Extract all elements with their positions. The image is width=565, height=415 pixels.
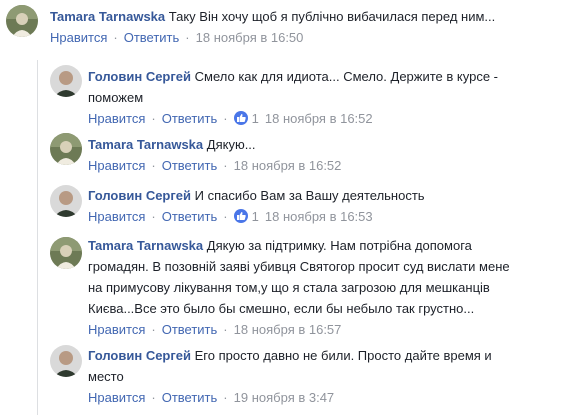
reply-link[interactable]: Ответить bbox=[162, 322, 218, 337]
reply-link[interactable]: Ответить bbox=[162, 111, 218, 126]
like-link[interactable]: Нравится bbox=[88, 111, 145, 126]
avatar-golovin[interactable] bbox=[50, 65, 82, 97]
like-link[interactable]: Нравится bbox=[88, 158, 145, 173]
comment-timestamp[interactable]: 18 ноября в 16:52 bbox=[234, 158, 342, 173]
avatar-tamara[interactable] bbox=[6, 5, 38, 37]
comment-author-link[interactable]: Головин Сергей bbox=[88, 188, 191, 203]
comment-author-link[interactable]: Головин Сергей bbox=[88, 69, 191, 84]
avatar-tamara[interactable] bbox=[50, 133, 82, 165]
like-link[interactable]: Нравится bbox=[50, 30, 107, 45]
comment-text-cont: громадян. В позовній заяві убивця Святог… bbox=[88, 259, 510, 274]
comment-text-cont: место bbox=[88, 369, 124, 384]
comment-text: Дякую за підтримку. Нам потрібна допомог… bbox=[206, 238, 472, 253]
comment-timestamp[interactable]: 18 ноября в 16:52 bbox=[265, 111, 373, 126]
comment-author-link[interactable]: Tamara Tarnawska bbox=[50, 9, 165, 24]
comment-text-cont: Києва...Все это было бы смешно, если бы … bbox=[88, 301, 475, 316]
comment-text: Таку Він хочу щоб я публічно вибачилася … bbox=[168, 9, 496, 24]
comment-timestamp[interactable]: 19 ноября в 3:47 bbox=[234, 390, 335, 405]
reply-item: Головин Сергей Его просто давно не били.… bbox=[0, 340, 565, 415]
comment-text-cont: на примусову лікування том,у що я стала … bbox=[88, 280, 490, 295]
comment-timestamp[interactable]: 18 ноября в 16:53 bbox=[265, 209, 373, 224]
reply-link[interactable]: Ответить bbox=[162, 390, 218, 405]
thumbs-up-icon[interactable] bbox=[233, 209, 248, 223]
comment-author-link[interactable]: Tamara Tarnawska bbox=[88, 238, 203, 253]
comment-text: И спасибо Вам за Вашу деятельность bbox=[194, 188, 425, 203]
like-link[interactable]: Нравится bbox=[88, 322, 145, 337]
comment-item: Tamara Tarnawska Таку Він хочу щоб я пуб… bbox=[0, 0, 565, 60]
reply-link[interactable]: Ответить bbox=[162, 158, 218, 173]
reply-item: Tamara Tarnawska Дякую... Нравится · Ответ… bbox=[0, 128, 565, 180]
reply-item: Головин Сергей Смело как для идиота... С… bbox=[0, 60, 565, 128]
thumbs-up-icon[interactable] bbox=[233, 111, 248, 125]
comment-text-cont: поможем bbox=[88, 90, 144, 105]
comment-author-link[interactable]: Головин Сергей bbox=[88, 348, 191, 363]
like-count[interactable]: 1 bbox=[252, 111, 259, 126]
comment-author-link[interactable]: Tamara Tarnawska bbox=[88, 137, 203, 152]
like-link[interactable]: Нравится bbox=[88, 390, 145, 405]
comment-text: Смело как для идиота... Смело. Держите в… bbox=[194, 69, 498, 84]
reply-item: Tamara Tarnawska Дякую за підтримку. Нам… bbox=[0, 232, 565, 342]
avatar-golovin[interactable] bbox=[50, 185, 82, 217]
like-link[interactable]: Нравится bbox=[88, 209, 145, 224]
comment-text: Его просто давно не били. Просто дайте в… bbox=[194, 348, 492, 363]
comment-timestamp[interactable]: 18 ноября в 16:57 bbox=[234, 322, 342, 337]
avatar-tamara[interactable] bbox=[50, 237, 82, 269]
reply-item: Головин Сергей И спасибо Вам за Вашу дея… bbox=[0, 180, 565, 232]
comment-text: Дякую... bbox=[206, 137, 256, 152]
reply-link[interactable]: Ответить bbox=[162, 209, 218, 224]
reply-link[interactable]: Ответить bbox=[124, 30, 180, 45]
like-count[interactable]: 1 bbox=[252, 209, 259, 224]
comment-timestamp[interactable]: 18 ноября в 16:50 bbox=[196, 30, 304, 45]
avatar-golovin[interactable] bbox=[50, 345, 82, 377]
